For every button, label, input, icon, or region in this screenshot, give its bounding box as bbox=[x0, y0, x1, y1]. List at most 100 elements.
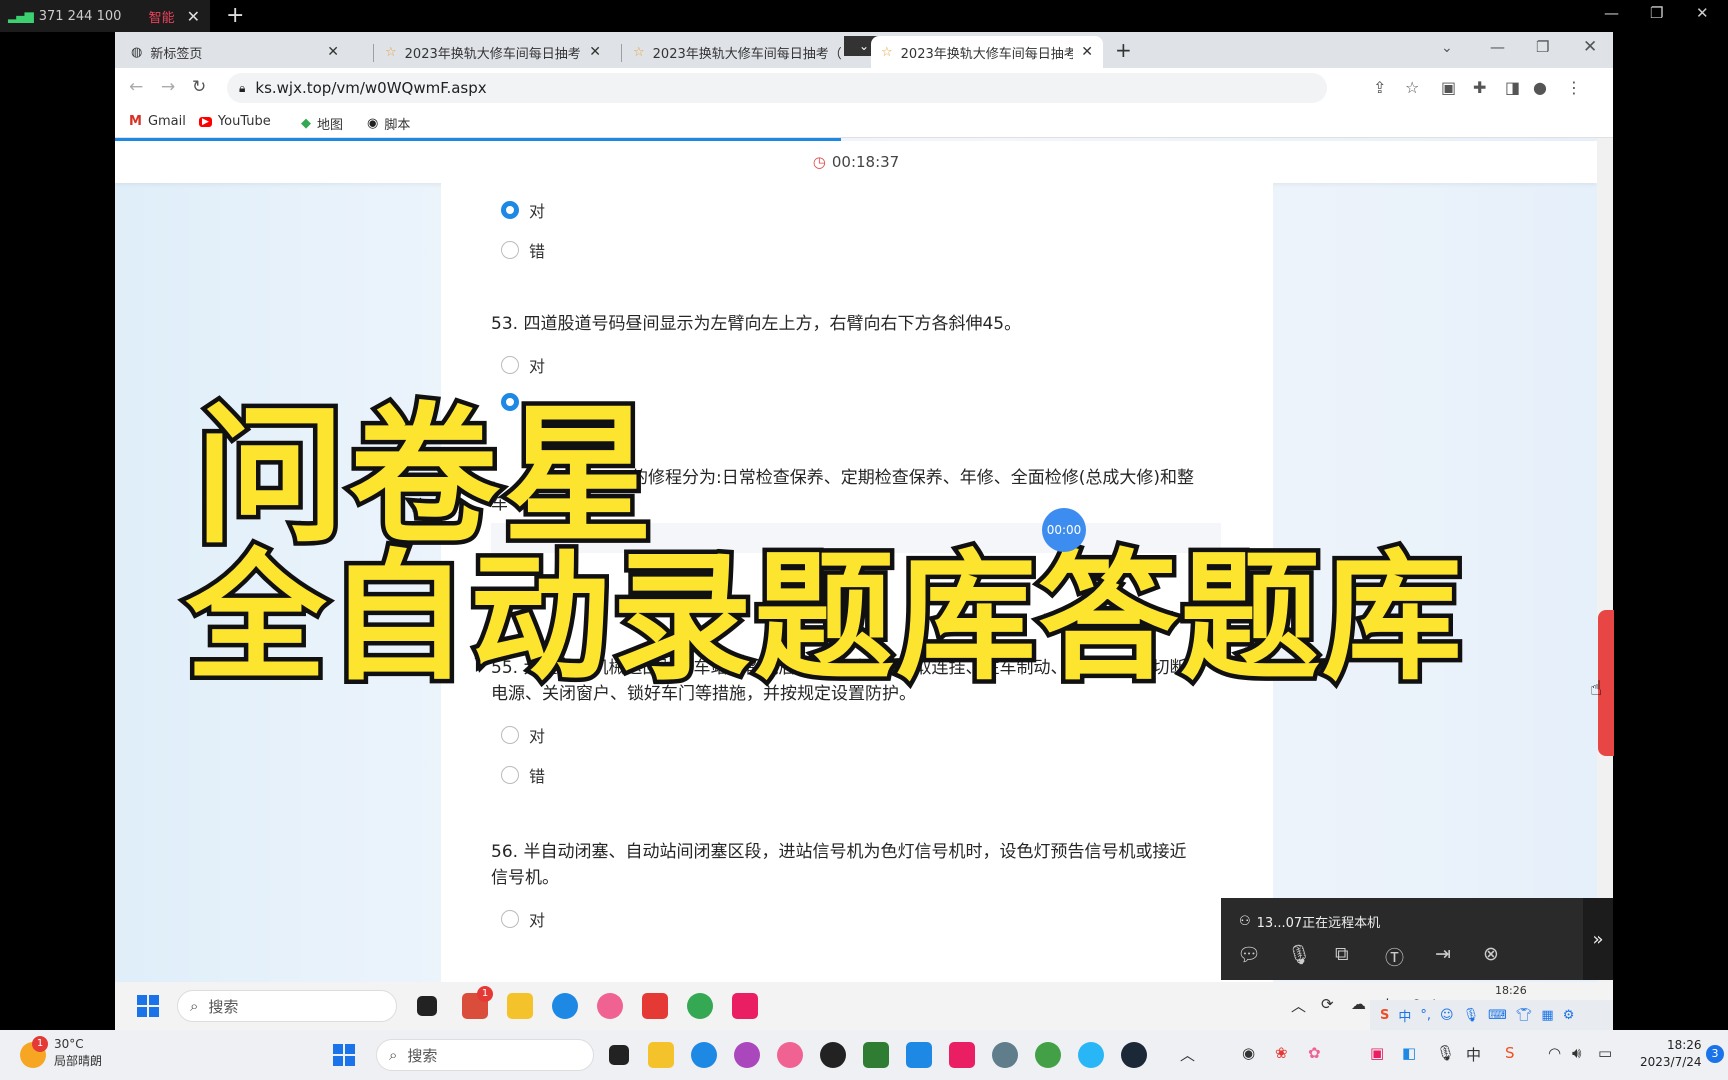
edge-icon[interactable] bbox=[552, 993, 578, 1019]
app-icon[interactable] bbox=[597, 993, 623, 1019]
reload-icon[interactable]: ↻ bbox=[192, 77, 206, 97]
radio-unselected[interactable] bbox=[501, 910, 519, 928]
option-false[interactable]: 错 bbox=[501, 763, 545, 787]
tray-blue-icon[interactable]: ◧ bbox=[1402, 1044, 1416, 1062]
text-icon[interactable]: Ⓣ bbox=[1385, 943, 1404, 970]
app-icon[interactable] bbox=[777, 1042, 803, 1068]
new-tab-button[interactable]: + bbox=[1115, 38, 1132, 62]
keyboard-icon[interactable]: ⌨ bbox=[1488, 1008, 1507, 1023]
ime-indicator[interactable]: 中 bbox=[1466, 1044, 1481, 1065]
option-false[interactable]: 错 bbox=[501, 238, 545, 262]
back-icon[interactable]: ← bbox=[129, 77, 143, 97]
file-explorer-icon[interactable] bbox=[648, 1042, 674, 1068]
remote-app-icon[interactable] bbox=[732, 993, 758, 1019]
close-icon[interactable]: ✕ bbox=[187, 7, 200, 26]
qq-icon[interactable] bbox=[820, 1042, 846, 1068]
profile-avatar-icon[interactable]: ● bbox=[1533, 78, 1547, 97]
sogou-icon[interactable]: S bbox=[1380, 1008, 1389, 1023]
tab-quiz-2[interactable]: ☆ 2023年换轨大修车间每日抽考（ bbox=[623, 36, 859, 68]
bookmark-maps[interactable]: ◆ 地图 bbox=[301, 114, 343, 133]
close-window-icon[interactable]: ✕ bbox=[1583, 37, 1597, 57]
address-bar[interactable]: 🔒︎ ks.wjx.top/vm/w0WQwmF.aspx bbox=[227, 73, 1327, 103]
tray-chevron-icon[interactable]: ︿ bbox=[1180, 1044, 1195, 1065]
green-app-icon[interactable] bbox=[863, 1042, 889, 1068]
share-icon[interactable]: ⇪ bbox=[1373, 78, 1386, 97]
remote-app-icon[interactable] bbox=[949, 1042, 975, 1068]
tab-list-icon[interactable]: ⌄ bbox=[1441, 40, 1453, 56]
remote-session-tab[interactable]: ▂▄▆ 371 244 100 智能 ✕ bbox=[0, 0, 210, 32]
bookmark-scripts[interactable]: ◉ 脚本 bbox=[367, 114, 410, 133]
settings-app-icon[interactable] bbox=[992, 1042, 1018, 1068]
battery-icon[interactable]: ▭ bbox=[1598, 1044, 1612, 1062]
wps-icon[interactable] bbox=[642, 993, 668, 1019]
colorful-app-icon[interactable] bbox=[734, 1042, 760, 1068]
chat-icon[interactable]: 💬︎ bbox=[1237, 943, 1261, 966]
chrome-icon[interactable] bbox=[687, 993, 713, 1019]
tray-remote-icon[interactable]: ▣ bbox=[1370, 1044, 1384, 1062]
screen-share-icon[interactable]: ⧉ bbox=[1335, 943, 1349, 965]
floating-timer-bubble[interactable]: 00:00 bbox=[1042, 508, 1086, 552]
restore-icon[interactable]: ❐ bbox=[1650, 4, 1663, 22]
tray-qq-icon[interactable]: ◉ bbox=[1242, 1044, 1255, 1062]
page-scrollbar[interactable] bbox=[1597, 138, 1613, 982]
sync-icon[interactable]: ⟳ bbox=[1321, 995, 1334, 1013]
ime-chinese[interactable]: 中 bbox=[1398, 1006, 1411, 1025]
mic-icon[interactable]: 🎙︎ bbox=[1436, 1044, 1455, 1062]
radio-unselected[interactable] bbox=[501, 241, 519, 259]
option-true[interactable]: 对 bbox=[501, 198, 545, 222]
option-true[interactable]: 对 bbox=[501, 907, 545, 931]
tab-close-icon[interactable]: ✕ bbox=[327, 44, 339, 60]
transfer-icon[interactable]: ⇥ bbox=[1435, 943, 1451, 965]
close-window-icon[interactable]: ✕ bbox=[1696, 4, 1709, 22]
bookmark-youtube[interactable]: ▶ YouTube bbox=[199, 114, 271, 129]
steam-icon[interactable] bbox=[1121, 1042, 1147, 1068]
extension-app-icon[interactable]: ▣ bbox=[1441, 78, 1456, 97]
restore-icon[interactable]: ❐ bbox=[1536, 38, 1549, 56]
chat-app-icon[interactable] bbox=[1078, 1042, 1104, 1068]
minimize-icon[interactable]: — bbox=[1490, 38, 1505, 56]
tab-close-icon[interactable]: ✕ bbox=[589, 44, 601, 60]
toolbox-icon[interactable]: ▦ bbox=[1541, 1008, 1553, 1023]
punct-icon[interactable]: °, bbox=[1420, 1008, 1431, 1023]
tray-app-icon[interactable]: ❀ bbox=[1275, 1044, 1288, 1062]
tab-new-tab[interactable]: ◍ 新标签页 ✕ bbox=[121, 36, 349, 68]
taskview-icon[interactable] bbox=[417, 996, 437, 1016]
microphone-icon[interactable]: 🎙︎ bbox=[1287, 943, 1311, 966]
bookmark-star-icon[interactable]: ☆ bbox=[1405, 78, 1419, 97]
expand-panel-icon[interactable]: » bbox=[1583, 898, 1613, 980]
notification-count[interactable]: 3 bbox=[1706, 1045, 1724, 1063]
host-taskbar-search[interactable]: ⌕ 搜索 bbox=[376, 1039, 594, 1071]
forward-icon[interactable]: → bbox=[161, 77, 175, 97]
option-true[interactable]: 对 bbox=[501, 723, 545, 747]
voice-icon[interactable]: 🎙︎ bbox=[1463, 1008, 1480, 1023]
sogou-tray-icon[interactable]: S bbox=[1505, 1044, 1515, 1062]
windows-start-icon[interactable] bbox=[333, 1044, 355, 1066]
tab-close-icon[interactable]: ✕ bbox=[1081, 44, 1093, 60]
menu-kebab-icon[interactable]: ⋮ bbox=[1566, 78, 1582, 97]
new-session-button[interactable]: + bbox=[226, 3, 244, 28]
skin-icon[interactable]: 👕︎ bbox=[1516, 1008, 1533, 1023]
wechat-icon[interactable] bbox=[1035, 1042, 1061, 1068]
tray-app2-icon[interactable]: ✿ bbox=[1308, 1044, 1321, 1062]
mode-label[interactable]: 智能 bbox=[149, 7, 175, 26]
windows-start-icon[interactable] bbox=[137, 995, 159, 1017]
tray-chevron-icon[interactable]: ︿ bbox=[1291, 995, 1306, 1016]
volume-icon[interactable]: 🔊︎ bbox=[1572, 1044, 1581, 1062]
cloud-icon[interactable]: ☁ bbox=[1351, 995, 1366, 1013]
settings-icon[interactable]: ⚙ bbox=[1563, 1008, 1575, 1023]
bookmark-gmail[interactable]: M Gmail bbox=[129, 114, 186, 129]
clock-time[interactable]: 18:26 bbox=[1495, 984, 1527, 997]
radio-selected[interactable] bbox=[501, 201, 519, 219]
weather-widget[interactable]: 1 30°C 局部晴朗 bbox=[20, 1036, 102, 1070]
tab-quiz-1[interactable]: ☆ 2023年换轨大修车间每日抽考（ ✕ bbox=[375, 36, 611, 68]
tab-quiz-3-active[interactable]: ☆ 2023年换轨大修车间每日抽考（ ✕ bbox=[871, 36, 1103, 68]
blue-app-icon[interactable] bbox=[906, 1042, 932, 1068]
host-clock[interactable]: 18:26 2023/7/24 bbox=[1640, 1037, 1702, 1071]
emoji-icon[interactable]: ☺ bbox=[1440, 1008, 1454, 1023]
taskview-icon[interactable] bbox=[609, 1045, 629, 1065]
taskbar-search[interactable]: ⌕ 搜索 bbox=[177, 990, 397, 1022]
radio-unselected[interactable] bbox=[501, 766, 519, 784]
file-explorer-icon[interactable] bbox=[507, 993, 533, 1019]
sidepanel-icon[interactable]: ◨ bbox=[1505, 78, 1520, 97]
extensions-puzzle-icon[interactable]: ✚ bbox=[1473, 78, 1486, 97]
